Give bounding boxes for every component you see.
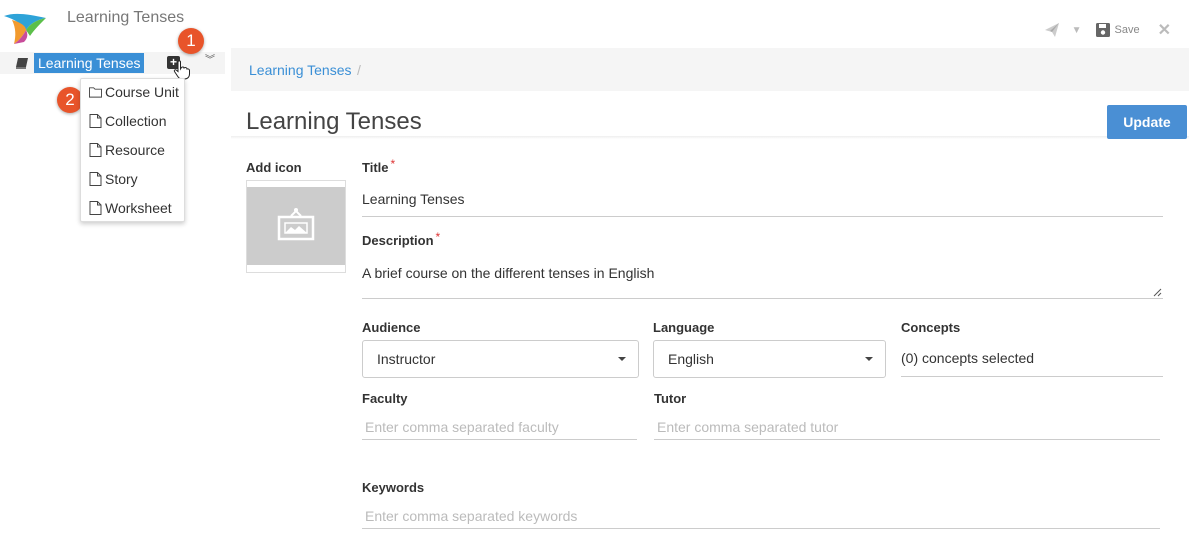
menu-item-story[interactable]: Story — [89, 169, 138, 189]
concepts-field-underline — [901, 376, 1163, 377]
faculty-label: Faculty — [362, 391, 408, 406]
language-label: Language — [653, 320, 715, 335]
resize-handle-icon[interactable] — [1152, 287, 1162, 297]
icon-upload-box[interactable] — [246, 180, 346, 273]
app-title: Learning Tenses — [67, 9, 185, 26]
tree-node-root[interactable]: Learning Tenses + ︾ — [0, 52, 225, 80]
paper-plane-icon[interactable] — [1044, 22, 1060, 38]
book-icon — [16, 58, 28, 69]
description-field-underline — [362, 298, 1163, 299]
concepts-label: Concepts — [901, 320, 961, 335]
audience-label: Audience — [362, 320, 421, 335]
file-icon — [89, 172, 102, 186]
audience-value: Instructor — [377, 351, 436, 367]
floppy-disk-icon — [1095, 23, 1110, 37]
faculty-input[interactable] — [362, 414, 637, 440]
icon-placeholder — [247, 187, 345, 265]
caret-down-icon — [865, 357, 873, 361]
add-child-menu: Course Unit Collection Resource Story Wo… — [80, 78, 185, 222]
menu-item-label: Course Unit — [105, 84, 179, 100]
caret-down-icon — [618, 357, 626, 361]
title-field-underline — [362, 216, 1163, 217]
menu-item-label: Worksheet — [105, 200, 172, 216]
title-field[interactable]: Learning Tenses — [362, 191, 464, 207]
breadcrumb: Learning Tenses / — [231, 48, 1189, 91]
menu-item-resource[interactable]: Resource — [89, 140, 165, 160]
description-field[interactable]: A brief course on the different tenses i… — [362, 265, 654, 281]
image-placeholder-icon — [277, 208, 315, 241]
keywords-input[interactable] — [362, 503, 1160, 529]
menu-item-label: Collection — [105, 113, 167, 129]
audience-select[interactable]: Instructor — [362, 340, 639, 378]
menu-item-worksheet[interactable]: Worksheet — [89, 198, 172, 218]
menu-item-label: Story — [105, 171, 138, 187]
sidebar-tree: Learning Tenses + ︾ 1 2 Course Unit Coll… — [0, 28, 231, 539]
concepts-field[interactable]: (0) concepts selected — [901, 350, 1034, 366]
folder-icon — [89, 87, 102, 98]
description-label: Description * — [362, 230, 441, 248]
top-actions: ▼ Save ✕ — [1044, 20, 1171, 40]
file-icon — [89, 201, 102, 215]
page-title: Learning Tenses — [246, 108, 422, 135]
breadcrumb-item[interactable]: Learning Tenses — [249, 62, 351, 78]
tree-node-label[interactable]: Learning Tenses — [34, 53, 145, 73]
keywords-label: Keywords — [362, 480, 425, 495]
caret-down-icon[interactable]: ▼ — [1072, 25, 1082, 36]
title-label-text: Title — [362, 160, 389, 175]
close-icon[interactable]: ✕ — [1158, 20, 1171, 40]
menu-item-course-unit[interactable]: Course Unit — [89, 82, 179, 102]
language-select[interactable]: English — [653, 340, 886, 378]
chevron-double-down-icon[interactable]: ︾ — [205, 56, 215, 66]
language-value: English — [668, 351, 714, 367]
hand-cursor-icon — [173, 60, 190, 80]
description-label-text: Description — [362, 233, 434, 248]
file-icon — [89, 114, 102, 128]
save-button[interactable]: Save — [1095, 23, 1140, 37]
required-mark: * — [390, 157, 396, 171]
menu-item-label: Resource — [105, 142, 165, 158]
save-label: Save — [1114, 24, 1140, 36]
update-button[interactable]: Update — [1107, 105, 1187, 139]
title-label: Title * — [362, 157, 396, 175]
tutor-label: Tutor — [654, 391, 687, 406]
tutor-input[interactable] — [654, 414, 1160, 440]
breadcrumb-separator: / — [357, 62, 361, 78]
file-icon — [89, 143, 102, 157]
step-badge-1: 1 — [178, 28, 204, 54]
add-icon-label: Add icon — [246, 160, 302, 175]
required-mark: * — [435, 230, 441, 244]
hummingbird-logo — [4, 13, 46, 44]
menu-item-collection[interactable]: Collection — [89, 111, 166, 131]
title-divider — [231, 136, 1189, 139]
